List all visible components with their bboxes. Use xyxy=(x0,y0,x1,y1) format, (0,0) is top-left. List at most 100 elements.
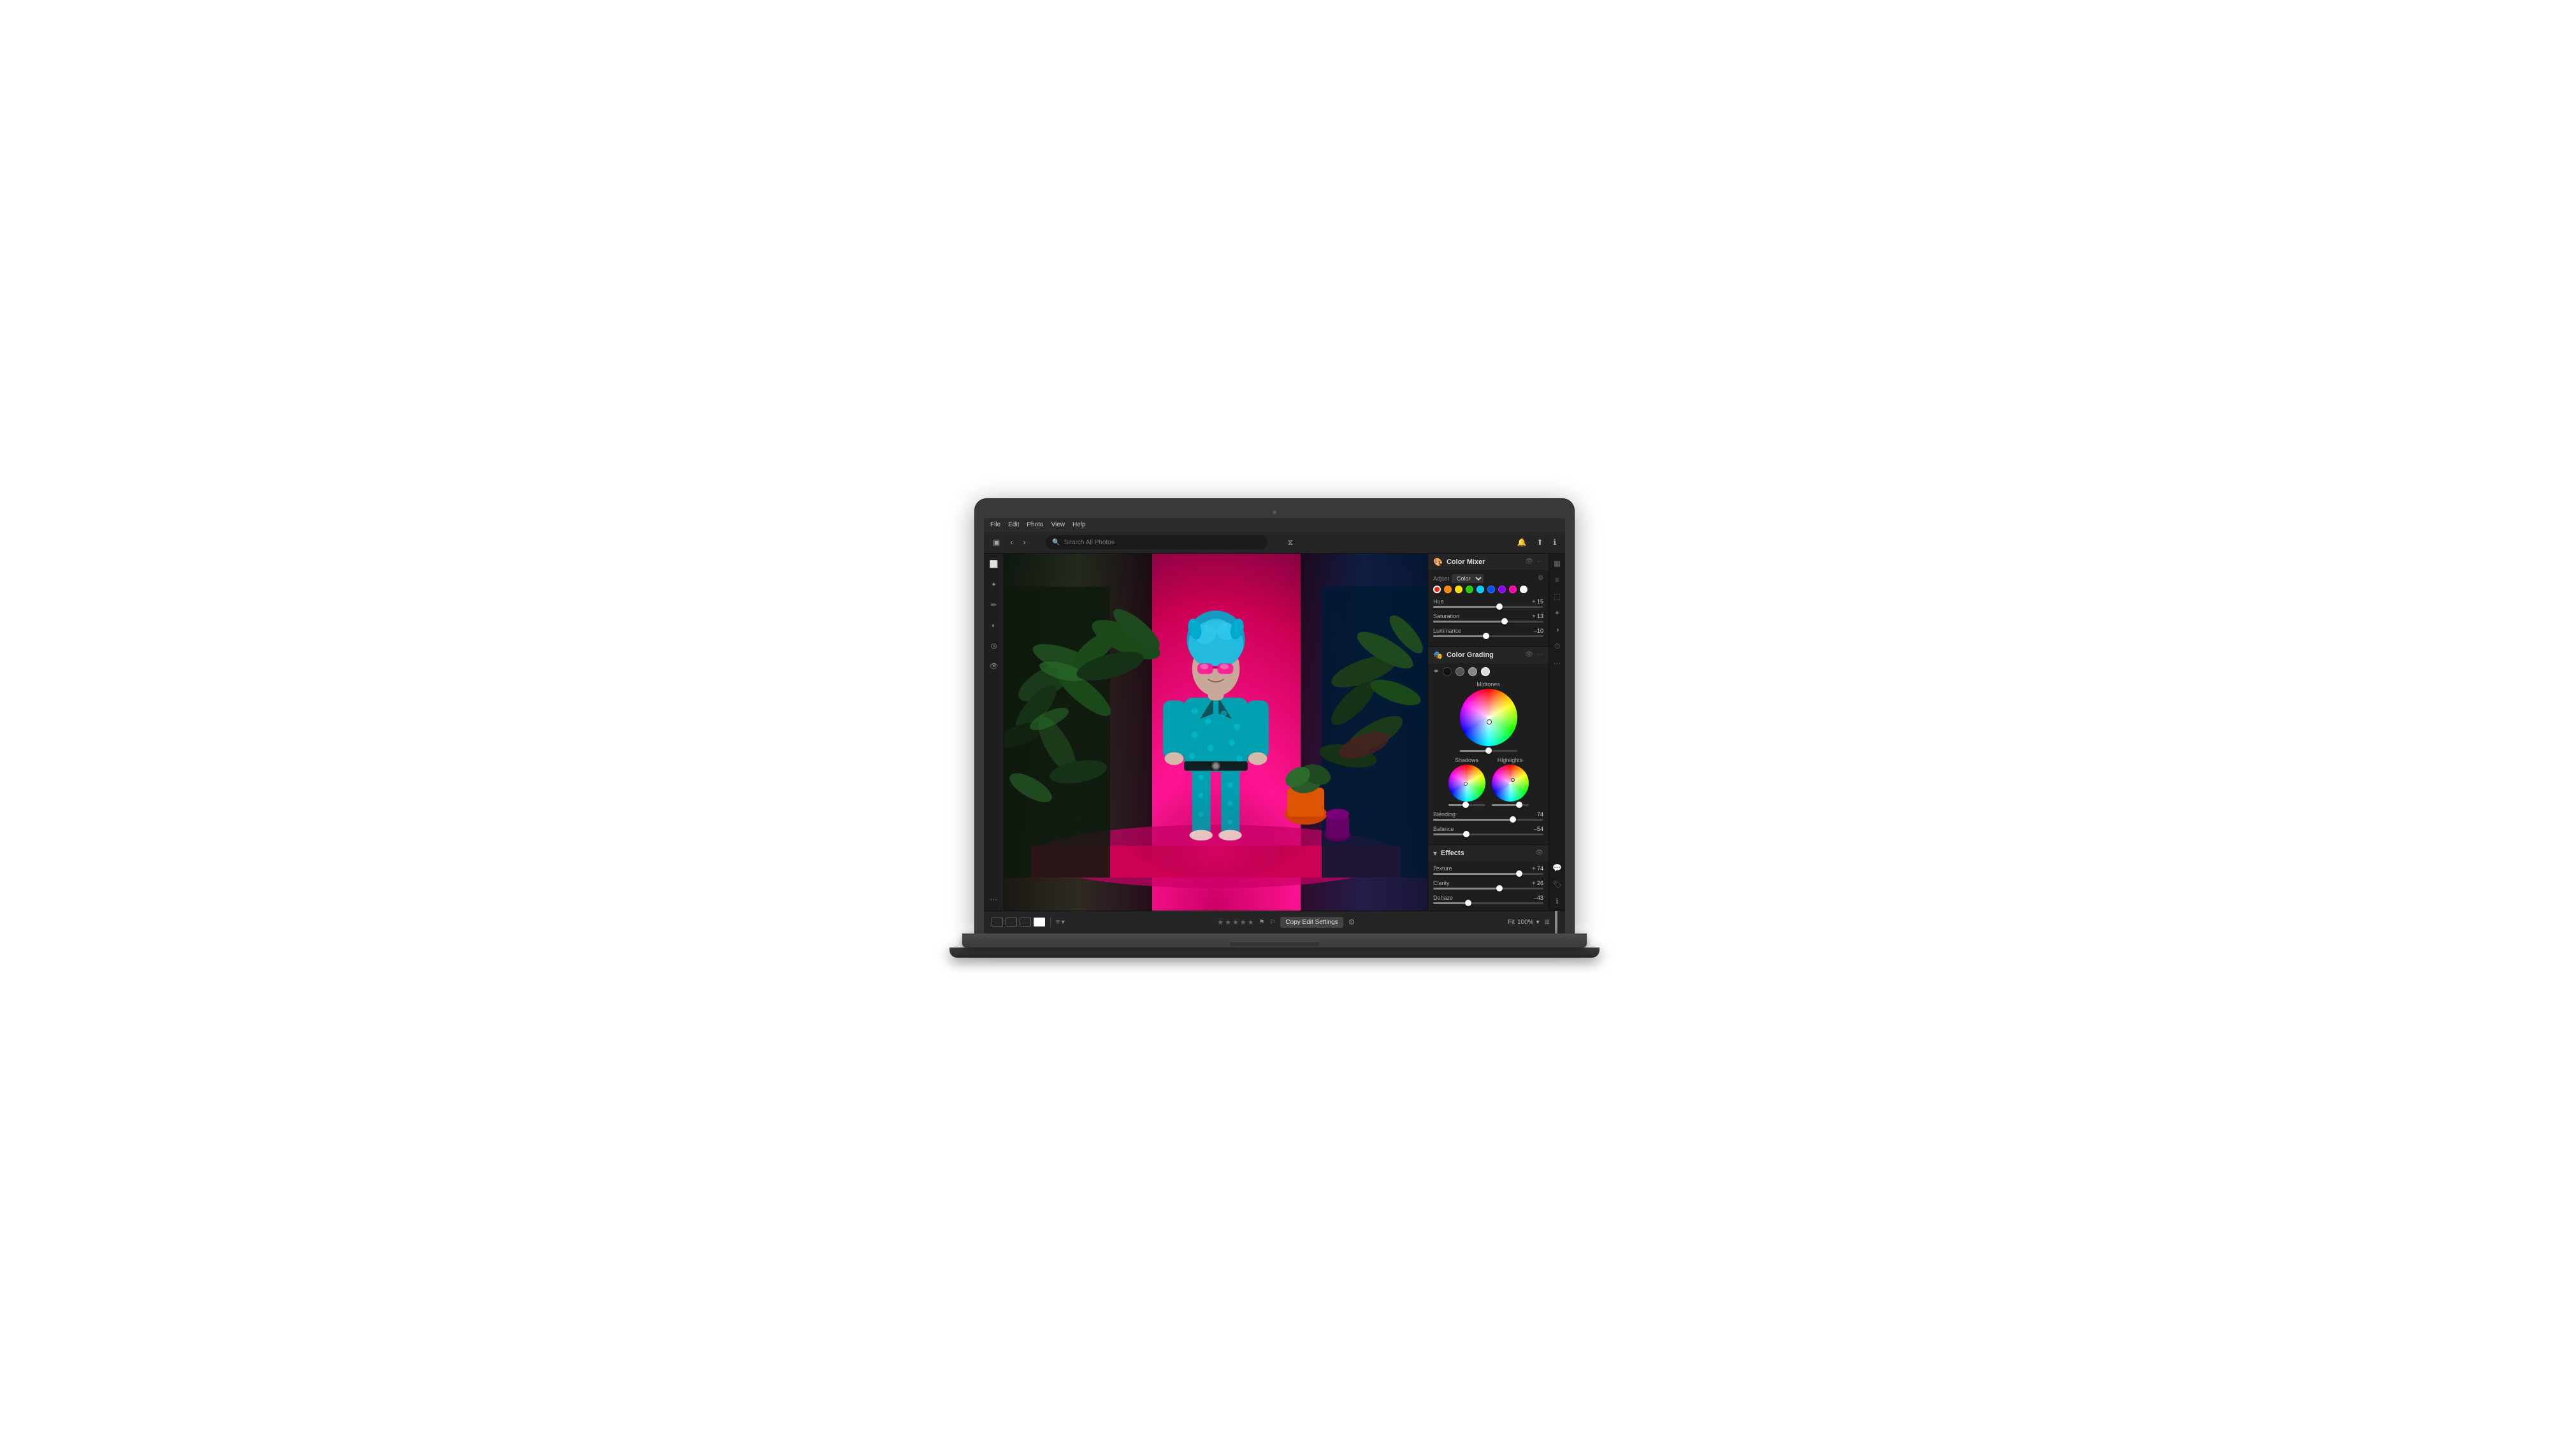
menu-view[interactable]: View xyxy=(1051,521,1065,528)
clarity-track[interactable] xyxy=(1433,888,1543,890)
cg-linked-icon[interactable]: ⚭ xyxy=(1433,667,1439,675)
star-5[interactable]: ★ xyxy=(1248,918,1254,926)
color-dot-red[interactable] xyxy=(1433,586,1441,593)
highlights-brightness-track[interactable] xyxy=(1492,804,1529,806)
color-grading-more[interactable]: ⋯ xyxy=(1537,651,1543,658)
blending-track[interactable] xyxy=(1433,819,1543,821)
far-right-bar: ▦ ≡ ⬚ ✦ ◑ ⏱ ⋯ 💬 🏷 ℹ xyxy=(1549,554,1565,911)
midtones-dot[interactable] xyxy=(1487,719,1492,724)
balance-track[interactable] xyxy=(1433,833,1543,835)
menu-photo[interactable]: Photo xyxy=(1027,521,1043,528)
more-right-icon[interactable]: ⋯ xyxy=(1554,659,1561,668)
filter-icon[interactable]: ⧖ xyxy=(1285,537,1296,549)
histogram-icon[interactable]: ▦ xyxy=(1554,559,1561,568)
panel-toggle-btn[interactable]: ▣ xyxy=(990,537,1002,548)
dehaze-label: Dehaze xyxy=(1433,895,1453,901)
cg-shadows-btn[interactable] xyxy=(1443,667,1452,676)
color-dot-cyan[interactable] xyxy=(1477,586,1484,593)
heal-tool[interactable]: ✦ xyxy=(987,578,1001,592)
color-grading-icon: 🎭 xyxy=(1433,651,1443,660)
tags-icon[interactable]: 🏷 xyxy=(1552,880,1562,889)
copy-settings-gear[interactable]: ⚙ xyxy=(1348,918,1355,926)
color-dot-blue[interactable] xyxy=(1487,586,1495,593)
menu-help[interactable]: Help xyxy=(1072,521,1086,528)
color-dot-purple[interactable] xyxy=(1498,586,1506,593)
heal-right-icon[interactable]: ✦ xyxy=(1554,609,1560,617)
square-view-btn[interactable] xyxy=(1006,918,1017,926)
flag-icon[interactable]: ⚑ xyxy=(1259,919,1264,926)
radial-tool[interactable]: ◎ xyxy=(987,639,1001,653)
compare-tool[interactable]: ⋯ xyxy=(987,893,1001,907)
effects-eye[interactable]: 👁 xyxy=(1535,849,1543,856)
effects-header: ▾ Effects 👁 xyxy=(1428,845,1549,861)
reject-icon[interactable]: ⚐ xyxy=(1269,919,1275,926)
color-mixer-eye[interactable]: 👁 xyxy=(1525,558,1533,565)
comments-icon[interactable]: 💬 xyxy=(1552,863,1562,872)
brush-tool[interactable]: ✏ xyxy=(987,598,1001,612)
luminance-value: –10 xyxy=(1534,628,1543,634)
history-icon[interactable]: ⏱ xyxy=(1554,642,1560,651)
color-dot-green[interactable] xyxy=(1466,586,1473,593)
mask-icon[interactable]: ◑ xyxy=(1555,625,1559,634)
luminance-track[interactable] xyxy=(1433,635,1543,637)
search-input[interactable] xyxy=(1064,539,1261,546)
crop-tool[interactable]: ⬜ xyxy=(987,558,1001,572)
resize-handle[interactable] xyxy=(1555,911,1557,933)
shadows-brightness-track[interactable] xyxy=(1448,804,1485,806)
texture-track[interactable] xyxy=(1433,873,1543,875)
info-right-icon[interactable]: ℹ xyxy=(1556,897,1559,905)
effects-title: Effects xyxy=(1441,849,1531,857)
compare-view-btn[interactable] xyxy=(1020,918,1031,926)
midtones-brightness-track[interactable] xyxy=(1460,750,1517,752)
cg-highlights-btn[interactable] xyxy=(1468,667,1477,676)
highlights-label: Highlights xyxy=(1498,757,1523,763)
color-mixer-section: 🎨 Color Mixer 👁 ⋯ Adjust Color xyxy=(1428,554,1549,647)
cg-all-btn[interactable] xyxy=(1481,667,1490,676)
grid-view-btn[interactable] xyxy=(992,918,1003,926)
star-1[interactable]: ★ xyxy=(1217,918,1224,926)
adjust-label: Adjust xyxy=(1433,575,1449,582)
balance-value: –54 xyxy=(1534,826,1543,832)
highlights-wheel[interactable] xyxy=(1492,765,1529,802)
effects-body: Texture + 74 xyxy=(1428,861,1549,911)
menu-file[interactable]: File xyxy=(990,521,1000,528)
highlights-dot[interactable] xyxy=(1511,778,1515,782)
color-grading-eye[interactable]: 👁 xyxy=(1525,651,1533,658)
crop-right-icon[interactable]: ⬚ xyxy=(1554,592,1561,601)
share-icon[interactable]: ⬆ xyxy=(1534,537,1545,548)
hue-track[interactable] xyxy=(1433,606,1543,608)
info-icon[interactable]: ℹ xyxy=(1550,537,1559,548)
color-dot-magenta[interactable] xyxy=(1509,586,1517,593)
color-mixer-more[interactable]: ⋯ xyxy=(1537,558,1543,565)
grid-bottom-icon[interactable]: ⊞ xyxy=(1545,919,1550,926)
shadows-dot[interactable] xyxy=(1464,782,1468,786)
dehaze-track[interactable] xyxy=(1433,902,1543,904)
star-3[interactable]: ★ xyxy=(1232,918,1239,926)
midtones-wheel[interactable] xyxy=(1460,689,1517,746)
sort-icon[interactable]: ≡ ▾ xyxy=(1056,919,1065,926)
menu-edit[interactable]: Edit xyxy=(1008,521,1019,528)
back-btn[interactable]: ‹ xyxy=(1007,537,1015,548)
mixer-settings-icon[interactable]: ⚙ xyxy=(1538,575,1543,582)
shadows-wheel[interactable] xyxy=(1448,765,1485,802)
clarity-slider-row: Clarity + 26 xyxy=(1433,880,1543,890)
forward-btn[interactable]: › xyxy=(1020,537,1028,548)
star-2[interactable]: ★ xyxy=(1225,918,1231,926)
color-dot-white[interactable] xyxy=(1520,586,1527,593)
bell-icon[interactable]: 🔔 xyxy=(1514,537,1529,548)
copy-edit-settings-btn[interactable]: Copy Edit Settings xyxy=(1280,917,1343,928)
adjust-dropdown[interactable]: Color xyxy=(1452,574,1484,583)
cg-midtones-btn[interactable] xyxy=(1455,667,1464,676)
star-4[interactable]: ★ xyxy=(1240,918,1246,926)
cg-icons-row: ⚭ xyxy=(1433,667,1543,676)
detail-view-btn[interactable] xyxy=(1034,918,1045,926)
shadows-col: Shadows xyxy=(1448,757,1485,806)
color-dot-yellow[interactable] xyxy=(1455,586,1462,593)
sliders-icon[interactable]: ≡ xyxy=(1555,575,1559,584)
gradient-tool[interactable]: ◐ xyxy=(987,619,1001,633)
saturation-slider-row: Saturation + 13 xyxy=(1433,613,1543,623)
redeye-tool[interactable]: 👁 xyxy=(987,660,1001,674)
saturation-track[interactable] xyxy=(1433,621,1543,623)
color-dot-orange[interactable] xyxy=(1444,586,1452,593)
zoom-dropdown-icon[interactable]: ▾ xyxy=(1536,919,1540,926)
